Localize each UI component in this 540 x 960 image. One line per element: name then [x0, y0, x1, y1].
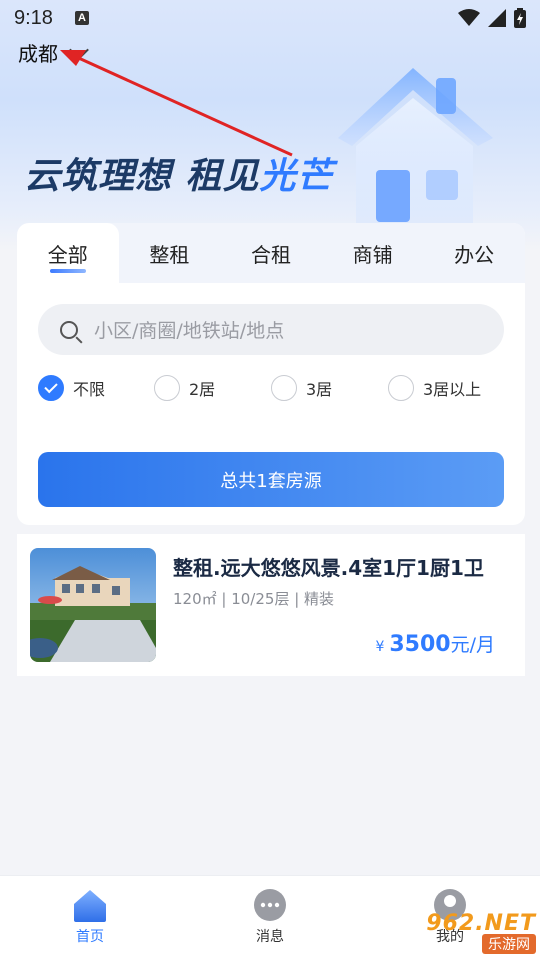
nav-home[interactable]: 首页	[0, 876, 180, 960]
tab-label: 商铺	[352, 242, 393, 267]
option-label: 2居	[189, 380, 216, 399]
option-3-rooms[interactable]: 3居	[271, 375, 332, 401]
option-2-rooms[interactable]: 2居	[154, 375, 215, 401]
tab-shared-rent[interactable]: 合租	[220, 223, 322, 283]
radio	[271, 375, 297, 401]
search-card: 全部 整租 合租 商铺 办公 小区/商圈/地铁站/地点 不限 2居 3居 3居以…	[17, 223, 525, 525]
search-placeholder: 小区/商圈/地铁站/地点	[94, 320, 285, 342]
tab-all[interactable]: 全部	[17, 223, 119, 283]
price-unit: 元/月	[450, 634, 495, 656]
house-illustration	[338, 68, 493, 223]
listing-price: ¥ 3500 元/月	[375, 630, 495, 657]
header-hero: 9:18 A 成都 云筑理想 租见光芒	[0, 0, 540, 250]
option-label: 3居	[306, 380, 333, 399]
option-3-plus-rooms[interactable]: 3居以上	[388, 375, 481, 401]
status-time: 9:18	[14, 6, 53, 29]
battery-icon	[514, 8, 526, 28]
option-unlimited[interactable]: 不限	[38, 375, 105, 401]
status-bar: 9:18 A	[0, 0, 540, 36]
tab-label: 办公	[454, 242, 495, 267]
wifi-icon	[458, 9, 480, 26]
result-count-button[interactable]: 总共1套房源	[38, 452, 504, 507]
search-input[interactable]: 小区/商圈/地铁站/地点	[38, 304, 504, 355]
tab-label: 整租	[149, 242, 190, 267]
tab-whole-rent[interactable]: 整租	[119, 223, 221, 283]
nav-messages[interactable]: 消息	[180, 876, 360, 960]
home-icon	[74, 890, 106, 922]
currency-symbol: ¥	[375, 639, 385, 655]
notification-icon: A	[74, 11, 89, 25]
option-label: 3居以上	[423, 380, 482, 399]
tab-label: 全部	[47, 242, 88, 267]
city-name: 成都	[18, 42, 58, 66]
city-selector[interactable]: 成都	[18, 38, 89, 67]
price-value: 3500	[389, 632, 451, 657]
nav-label: 消息	[256, 929, 284, 945]
nav-label: 首页	[76, 929, 104, 945]
tab-shop[interactable]: 商铺	[322, 223, 424, 283]
status-right	[458, 8, 526, 28]
signal-icon	[488, 9, 506, 27]
slogan-accent: 光芒	[259, 156, 334, 197]
nav-profile[interactable]: 我的	[360, 876, 540, 960]
radio	[388, 375, 414, 401]
slogan-main: 云筑理想 租见	[24, 156, 260, 197]
listing-photo	[30, 548, 156, 662]
listing-card[interactable]: 整租.远大悠悠风景.4室1厅1厨1卫 120㎡ | 10/25层 | 精装 ¥ …	[17, 534, 525, 676]
room-options: 不限 2居 3居 3居以上	[38, 375, 508, 405]
category-tabs: 全部 整租 合租 商铺 办公	[17, 223, 525, 283]
tab-indicator	[49, 269, 86, 273]
bottom-nav: 首页 消息 我的	[0, 875, 540, 960]
profile-icon	[434, 889, 466, 921]
listing-meta: 120㎡ | 10/25层 | 精装	[173, 590, 335, 608]
option-label: 不限	[73, 380, 106, 399]
listing-title: 整租.远大悠悠风景.4室1厅1厨1卫	[173, 556, 484, 580]
message-icon	[254, 889, 286, 921]
tab-label: 合租	[250, 242, 291, 267]
tab-office[interactable]: 办公	[423, 223, 525, 283]
slogan: 云筑理想 租见光芒	[24, 147, 334, 199]
chevron-down-icon	[69, 39, 89, 60]
radio	[154, 375, 180, 401]
search-icon	[60, 320, 78, 339]
radio-checked	[38, 375, 64, 401]
nav-label: 我的	[436, 929, 464, 945]
